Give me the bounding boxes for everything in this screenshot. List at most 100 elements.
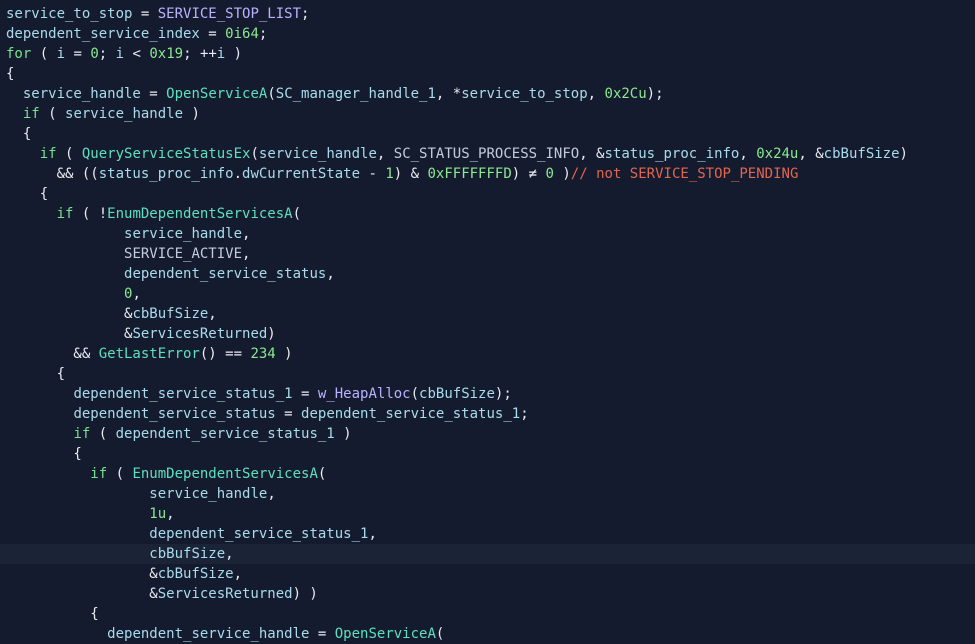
code-token-identifier: service_to_stop: [6, 6, 133, 22]
code-token-punctuation: (: [90, 426, 116, 442]
code-token-identifier: service_handle: [22, 86, 141, 102]
code-token-punctuation: );: [494, 386, 512, 402]
code-line[interactable]: dependent_service_status = dependent_ser…: [0, 404, 975, 424]
code-token-punctuation: ;: [98, 46, 116, 62]
code-token-punctuation: <: [124, 46, 150, 62]
code-token-punctuation: [6, 266, 124, 282]
code-line[interactable]: if ( EnumDependentServicesA(: [0, 464, 975, 484]
code-line[interactable]: {: [0, 364, 975, 384]
code-token-punctuation: ;: [520, 406, 529, 422]
code-token-number-literal: 0x19: [149, 46, 184, 62]
code-line[interactable]: {: [0, 604, 975, 624]
code-token-comment: // not SERVICE_STOP_PENDING: [570, 166, 799, 182]
code-line[interactable]: SERVICE_ACTIVE,: [0, 244, 975, 264]
code-token-punctuation: -: [360, 166, 386, 182]
code-line[interactable]: if ( !EnumDependentServicesA(: [0, 204, 975, 224]
code-line[interactable]: service_handle = OpenServiceA(SC_manager…: [0, 84, 975, 104]
code-token-punctuation: ++: [199, 46, 217, 62]
code-token-punctuation: {: [6, 446, 82, 462]
code-line[interactable]: service_to_stop = SERVICE_STOP_LIST;: [0, 4, 975, 24]
code-token-keyword: if: [73, 426, 91, 442]
code-token-identifier: status_proc_info: [98, 166, 234, 182]
code-token-punctuation: [6, 486, 149, 502]
code-line[interactable]: &ServicesReturned): [0, 324, 975, 344]
code-line[interactable]: dependent_service_status_1 = w_HeapAlloc…: [0, 384, 975, 404]
code-token-number-literal: 1: [385, 166, 394, 182]
code-line[interactable]: &cbBufSize,: [0, 564, 975, 584]
code-line[interactable]: for ( i = 0; i < 0x19; ++i ): [0, 44, 975, 64]
code-token-punctuation: ): [275, 346, 293, 362]
code-token-function-name: EnumDependentServicesA: [107, 206, 293, 222]
code-token-number-literal: 234: [250, 346, 276, 362]
code-token-punctuation: {: [6, 606, 99, 622]
code-token-punctuation: ,: [739, 146, 757, 162]
code-token-punctuation: , *: [435, 86, 462, 102]
code-token-keyword: if: [90, 466, 108, 482]
code-editor[interactable]: service_to_stop = SERVICE_STOP_LIST; depe…: [0, 0, 975, 643]
code-line[interactable]: 0,: [0, 284, 975, 304]
code-token-number-literal: 0: [545, 166, 554, 182]
code-token-function-name: EnumDependentServicesA: [132, 466, 318, 482]
code-line[interactable]: if ( dependent_service_status_1 ): [0, 424, 975, 444]
code-token-punctuation: [6, 406, 73, 422]
code-token-identifier: dependent_service_status_1: [115, 426, 335, 442]
code-token-punctuation: (: [39, 106, 66, 122]
code-line[interactable]: service_handle,: [0, 484, 975, 504]
code-line[interactable]: {: [0, 64, 975, 84]
code-line[interactable]: service_handle,: [0, 224, 975, 244]
code-line[interactable]: && ((status_proc_info.dwCurrentState - 1…: [0, 164, 975, 184]
code-line[interactable]: dependent_service_status,: [0, 264, 975, 284]
code-token-punctuation: =: [199, 26, 226, 42]
code-token-keyword: if: [56, 206, 74, 222]
code-token-punctuation: (: [435, 626, 445, 642]
code-line[interactable]: 1u,: [0, 504, 975, 524]
code-token-identifier: status_proc_info: [604, 146, 740, 162]
code-token-identifier: i: [216, 46, 226, 62]
code-token-punctuation: ( !: [73, 206, 108, 222]
code-token-punctuation: (: [107, 466, 133, 482]
code-token-punctuation: ,: [233, 566, 243, 582]
code-token-number-literal: 0x24u: [756, 146, 799, 162]
code-line[interactable]: dependent_service_handle = OpenServiceA(: [0, 624, 975, 644]
code-token-punctuation: {: [6, 126, 32, 142]
code-token-identifier: ServicesReturned: [132, 326, 268, 342]
code-line-current[interactable]: cbBufSize,: [0, 544, 975, 564]
code-token-identifier: dependent_service_status: [73, 406, 276, 422]
code-line[interactable]: {: [0, 184, 975, 204]
code-token-identifier: dependent_service_status_1: [301, 406, 521, 422]
code-token-number-literal: 0x2Cu: [604, 86, 647, 102]
code-token-punctuation: [6, 146, 40, 162]
code-line[interactable]: if ( service_handle ): [0, 104, 975, 124]
code-line[interactable]: &ServicesReturned) ): [0, 584, 975, 604]
code-token-punctuation: [6, 286, 124, 302]
code-line[interactable]: {: [0, 124, 975, 144]
code-line[interactable]: {: [0, 444, 975, 464]
code-token-punctuation: ,: [376, 146, 394, 162]
code-token-punctuation: [6, 106, 23, 122]
code-token-punctuation: );: [646, 86, 664, 102]
code-token-punctuation: ,: [326, 266, 335, 282]
code-token-punctuation: [6, 246, 124, 262]
code-line[interactable]: dependent_service_status_1,: [0, 524, 975, 544]
code-token-punctuation: (: [250, 146, 259, 162]
code-line[interactable]: dependent_service_index = 0i64;: [0, 24, 975, 44]
code-line[interactable]: &cbBufSize,: [0, 304, 975, 324]
code-token-punctuation: ,: [267, 486, 276, 502]
code-token-punctuation: () ==: [199, 346, 251, 362]
code-token-punctuation: =: [65, 46, 91, 62]
code-token-identifier: service_handle: [149, 486, 268, 502]
code-token-punctuation: =: [132, 6, 158, 22]
code-token-punctuation: ;: [183, 46, 200, 62]
code-token-keyword: if: [22, 106, 40, 122]
code-token-punctuation: ,: [587, 86, 605, 102]
code-line[interactable]: && GetLastError() == 234 ): [0, 344, 975, 364]
code-token-function-name: GetLastError: [98, 346, 200, 362]
code-token-identifier: i: [56, 46, 66, 62]
code-token-punctuation: ): [183, 106, 200, 122]
code-token-punctuation: ): [267, 326, 276, 342]
code-token-punctuation: [6, 626, 107, 642]
code-token-identifier: cbBufSize: [157, 566, 234, 582]
code-line[interactable]: if ( QueryServiceStatusEx(service_handle…: [0, 144, 975, 164]
code-token-function-name: OpenServiceA: [166, 86, 268, 102]
code-token-punctuation: (: [292, 206, 302, 222]
